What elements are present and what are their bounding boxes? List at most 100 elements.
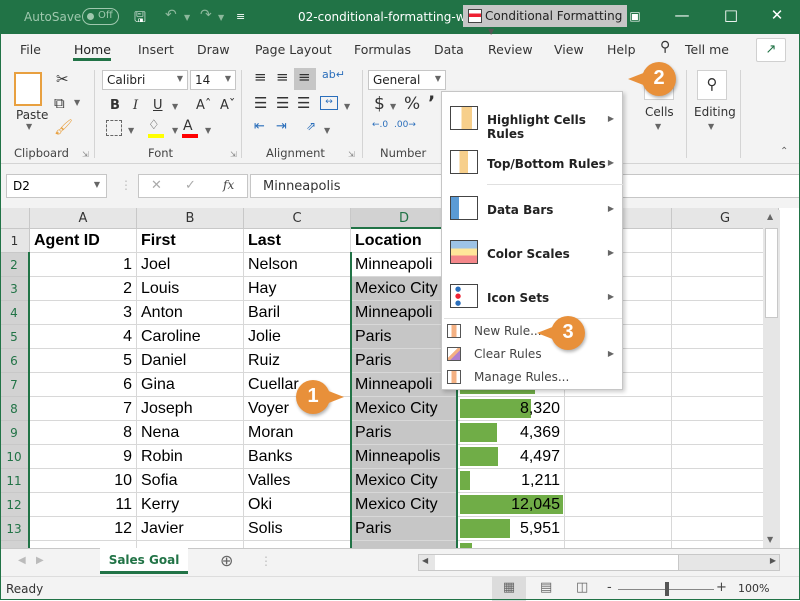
last-name-cell[interactable]: Banks (244, 445, 351, 469)
italic-button[interactable]: I (133, 98, 138, 113)
row-header[interactable]: 10 (0, 445, 30, 469)
increase-font-icon[interactable]: Aˆ (196, 98, 211, 113)
agent-id-cell[interactable]: 2 (30, 277, 137, 301)
paste-button[interactable]: Paste (16, 108, 48, 122)
redo-dropdown-icon[interactable]: ▼ (218, 13, 224, 22)
cell[interactable] (565, 445, 672, 469)
cells-button[interactable]: Cells (645, 105, 674, 119)
insert-function-icon[interactable]: fx (223, 178, 234, 192)
align-bottom-icon[interactable]: ≡ (294, 68, 316, 90)
format-painter-icon[interactable]: 🖌 (54, 118, 73, 136)
minimize-icon[interactable]: — (667, 6, 697, 24)
tab-split-grip[interactable]: ⋮ (260, 554, 272, 568)
decrease-decimal-icon[interactable]: .00→ (394, 120, 416, 130)
maximize-icon[interactable]: □ (716, 6, 746, 24)
borders-icon[interactable] (106, 120, 122, 136)
sheet-tab-sales-goal[interactable]: Sales Goal (100, 548, 188, 574)
font-launcher-icon[interactable]: ⇲ (230, 150, 237, 159)
row-header[interactable]: 3 (0, 277, 30, 301)
align-middle-icon[interactable]: ≡ (276, 68, 289, 86)
first-name-cell[interactable]: Sofia (137, 469, 244, 493)
first-name-cell[interactable]: Robin (137, 445, 244, 469)
paste-icon[interactable] (14, 72, 42, 106)
bold-button[interactable]: B (110, 98, 120, 113)
decrease-font-icon[interactable]: Aˇ (220, 98, 235, 113)
menu-item-clear-rules[interactable]: Clear Rules ▶ (442, 343, 622, 365)
row-header[interactable]: 8 (0, 397, 30, 421)
comma-button[interactable]: ’ (428, 92, 435, 114)
last-name-cell[interactable]: Valles (244, 469, 351, 493)
worksheet-grid[interactable]: A B C D E F G 1 Agent ID First Last Loca… (0, 208, 800, 548)
tab-view[interactable]: View (554, 42, 584, 57)
underline-dropdown-icon[interactable]: ▼ (172, 102, 178, 111)
paste-dropdown-icon[interactable]: ▼ (26, 122, 32, 131)
header-cell-last[interactable]: Last (244, 229, 351, 253)
cell[interactable] (565, 397, 672, 421)
last-name-cell[interactable]: Hay (244, 277, 351, 301)
tab-review[interactable]: Review (488, 42, 533, 57)
cell[interactable] (565, 493, 672, 517)
zoom-slider-handle[interactable] (665, 582, 669, 596)
row-header[interactable]: 9 (0, 421, 30, 445)
menu-item-manage-rules[interactable]: Manage Rules... (442, 366, 622, 388)
tell-me-input[interactable]: Tell me (685, 42, 729, 57)
cell[interactable] (137, 541, 244, 548)
cells-dropdown-icon[interactable]: ▼ (655, 122, 661, 131)
sales-cell[interactable]: 5,951 (458, 517, 565, 541)
row-header[interactable]: 6 (0, 349, 30, 373)
customize-toolbar-icon[interactable]: ≡ (236, 10, 245, 23)
search-icon[interactable]: ⚲ (660, 39, 670, 55)
copy-dropdown-icon[interactable]: ▼ (74, 98, 80, 107)
copy-icon[interactable]: ⧉ (54, 94, 65, 112)
cell[interactable] (565, 421, 672, 445)
agent-id-cell[interactable]: 6 (30, 373, 137, 397)
agent-id-cell[interactable]: 7 (30, 397, 137, 421)
zoom-in-button[interactable]: + (716, 580, 727, 595)
header-cell-first[interactable]: First (137, 229, 244, 253)
page-layout-view-icon[interactable]: ▤ (540, 580, 552, 595)
collapse-ribbon-icon[interactable]: ⌃ (780, 146, 788, 157)
row-header[interactable]: 7 (0, 373, 30, 397)
sales-cell[interactable]: 12,045 (458, 493, 565, 517)
increase-indent-icon[interactable]: ⇥ (276, 119, 287, 134)
cell[interactable] (458, 541, 565, 548)
borders-dropdown-icon[interactable]: ▼ (128, 126, 134, 135)
select-all-button[interactable] (0, 208, 30, 229)
horizontal-scrollbar[interactable]: ◀ ▶ (418, 554, 780, 571)
cell[interactable] (565, 469, 672, 493)
agent-id-cell[interactable]: 10 (30, 469, 137, 493)
zoom-out-button[interactable]: - (607, 580, 612, 595)
menu-item-color-scales[interactable]: Color Scales ▶ (442, 230, 622, 274)
decrease-indent-icon[interactable]: ⇤ (254, 119, 265, 134)
row-header[interactable]: 11 (0, 469, 30, 493)
tab-help[interactable]: Help (607, 42, 636, 57)
font-color-dropdown-icon[interactable]: ▼ (205, 126, 211, 135)
align-center-icon[interactable]: ☰ (276, 94, 289, 112)
enter-icon[interactable]: ✓ (185, 178, 196, 193)
undo-icon[interactable]: ↶ (165, 7, 177, 23)
zoom-level[interactable]: 100% (738, 582, 769, 595)
editing-dropdown-icon[interactable]: ▼ (708, 122, 714, 131)
cut-icon[interactable]: ✂ (56, 70, 69, 88)
row-header[interactable]: 12 (0, 493, 30, 517)
tab-file[interactable]: File (20, 42, 41, 57)
font-size-dropdown[interactable]: 14 ▼ (190, 70, 236, 90)
row-header[interactable]: 5 (0, 325, 30, 349)
agent-id-cell[interactable]: 5 (30, 349, 137, 373)
last-name-cell[interactable]: Nelson (244, 253, 351, 277)
tab-data[interactable]: Data (434, 42, 464, 57)
align-right-icon[interactable]: ☰ (297, 94, 310, 112)
redo-icon[interactable]: ↷ (200, 7, 212, 23)
normal-view-icon[interactable]: ▦ (492, 577, 526, 601)
font-name-dropdown[interactable]: Calibri ▼ (102, 70, 188, 90)
cell[interactable] (565, 541, 672, 548)
column-header-b[interactable]: B (137, 208, 244, 229)
agent-id-cell[interactable]: 3 (30, 301, 137, 325)
first-name-cell[interactable]: Javier (137, 517, 244, 541)
horizontal-scroll-thumb[interactable] (435, 555, 679, 570)
font-color-icon[interactable]: A (183, 118, 193, 134)
row-header[interactable]: 2 (0, 253, 30, 277)
name-box[interactable]: D2 ▼ (6, 174, 107, 198)
agent-id-cell[interactable]: 4 (30, 325, 137, 349)
currency-button[interactable]: $ (374, 94, 385, 114)
